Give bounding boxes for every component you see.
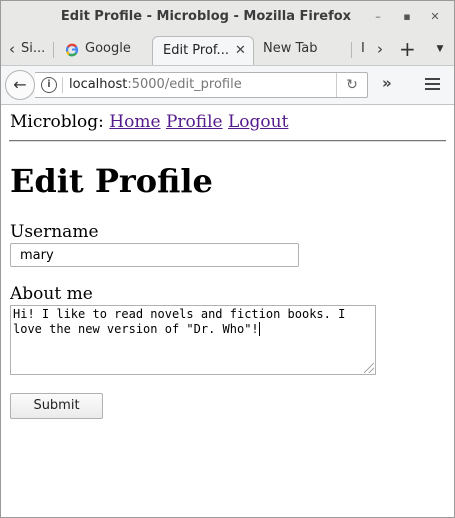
url-path: :5000/edit_profile xyxy=(127,77,242,92)
submit-button[interactable]: Submit xyxy=(10,393,103,419)
back-arrow-icon: ← xyxy=(13,75,27,94)
tab-google[interactable]: Google xyxy=(63,35,147,65)
back-button[interactable]: ← xyxy=(5,70,35,100)
tab-edit-profile[interactable]: Edit Prof... ✕ xyxy=(152,36,254,66)
tab-label: Si... xyxy=(21,41,45,56)
overflow-chevron-icon[interactable]: » xyxy=(382,74,392,92)
close-tab-icon[interactable]: ✕ xyxy=(235,37,246,65)
url-bar[interactable]: i localhost:5000/edit_profile ↻ xyxy=(35,72,368,98)
close-window-icon[interactable]: ✕ xyxy=(427,9,443,25)
about-me-text: Hi! I like to read novels and fiction bo… xyxy=(13,307,346,336)
title-bar: Edit Profile - Microblog - Mozilla Firef… xyxy=(1,1,454,35)
window-title: Edit Profile - Microblog - Mozilla Firef… xyxy=(60,9,352,24)
nav-link-profile[interactable]: Profile xyxy=(166,112,223,132)
navigation-toolbar: ← i localhost:5000/edit_profile ↻ » xyxy=(1,65,454,105)
url-host: localhost xyxy=(69,77,128,92)
page-title: Edit Profile xyxy=(10,162,213,200)
site-name: Microblog: xyxy=(10,112,104,132)
site-nav: Microblog: Home Profile Logout xyxy=(10,112,288,132)
about-me-label: About me xyxy=(10,284,93,304)
nav-link-logout[interactable]: Logout xyxy=(228,112,288,132)
resize-handle-icon[interactable] xyxy=(364,363,374,373)
page-content: Microblog: Home Profile Logout Edit Prof… xyxy=(1,104,454,517)
scroll-tabs-left-icon[interactable]: ‹ xyxy=(5,35,19,65)
google-icon xyxy=(65,43,79,57)
browser-window: Edit Profile - Microblog - Mozilla Firef… xyxy=(0,0,455,518)
scroll-tabs-right-icon[interactable]: › xyxy=(373,35,387,65)
maximize-icon[interactable]: ▪ xyxy=(399,9,415,25)
username-label: Username xyxy=(10,222,99,242)
minimize-icon[interactable]: – xyxy=(370,9,386,25)
reload-icon[interactable]: ↻ xyxy=(336,73,367,97)
tab-partial-right[interactable]: I xyxy=(361,35,371,65)
tab-divider xyxy=(351,42,352,58)
tab-label: New Tab xyxy=(263,41,318,56)
url-text[interactable]: localhost:5000/edit_profile xyxy=(69,77,242,92)
tab-label: I xyxy=(361,41,365,56)
tab-bar: ‹ Si... Google Edit Prof... ✕ New Tab I … xyxy=(1,35,454,66)
tab-new-tab[interactable]: New Tab xyxy=(257,35,347,65)
list-tabs-icon[interactable]: ▼ xyxy=(433,35,447,65)
about-me-textarea[interactable]: Hi! I like to read novels and fiction bo… xyxy=(10,305,376,375)
nav-link-home[interactable]: Home xyxy=(109,112,160,132)
info-icon[interactable]: i xyxy=(41,77,57,93)
text-cursor xyxy=(258,322,260,336)
divider xyxy=(9,140,446,142)
hamburger-menu-icon[interactable] xyxy=(418,70,446,98)
tab-partial-left[interactable]: Si... xyxy=(21,35,45,65)
tab-label: Edit Prof... xyxy=(163,43,229,58)
tab-label: Google xyxy=(85,41,131,56)
new-tab-icon[interactable]: + xyxy=(399,35,416,65)
username-field[interactable]: mary xyxy=(10,243,299,267)
url-divider xyxy=(62,77,63,93)
tab-divider xyxy=(53,42,54,58)
